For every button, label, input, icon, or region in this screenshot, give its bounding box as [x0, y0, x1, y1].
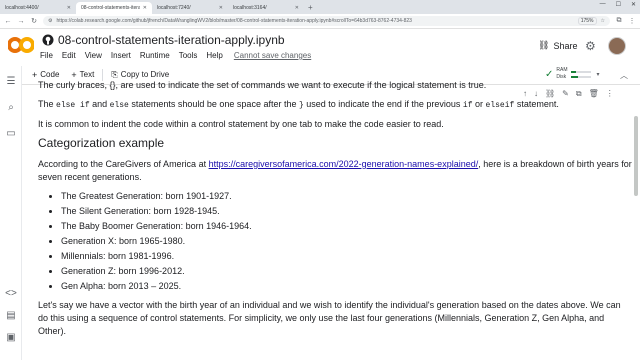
text-run: or — [472, 99, 486, 109]
address-bar: ← → ↻ ⚙ https://colab.research.google.co… — [0, 14, 640, 29]
new-tab-icon[interactable]: + — [304, 2, 317, 14]
colab-header: 08-control-statements-iteration-apply.ip… — [0, 29, 640, 65]
mirror-cell-icon[interactable]: ⧉ — [576, 89, 582, 99]
text-run: statements should be one space after the — [128, 99, 299, 109]
inline-code: else if — [56, 101, 90, 110]
text-cell[interactable]: The curly braces, {}, are used to indica… — [30, 78, 632, 360]
terminal-icon[interactable]: ▣ — [5, 332, 17, 344]
generation-list: The Greatest Generation: born 1901-1927.… — [61, 190, 632, 293]
left-rail: ☰ ⌕ ▭ <> ▤ ▣ — [0, 66, 22, 360]
window-controls: — ☐ ✕ — [600, 1, 636, 8]
chevron-down-icon[interactable]: ▾ — [597, 71, 600, 78]
list-item: The Greatest Generation: born 1901-1927. — [61, 190, 632, 203]
browser-tab[interactable]: localhost:7240/ ✕ — [152, 2, 228, 14]
resource-bars — [570, 70, 591, 78]
tab-title: localhost:4400/ — [5, 5, 39, 11]
cannot-save-link[interactable]: Cannot save changes — [234, 51, 311, 60]
menu-file[interactable]: File — [40, 51, 53, 60]
delete-trash-icon[interactable]: 🗑 — [589, 89, 599, 99]
cell-more-icon[interactable]: ⋮ — [606, 89, 614, 99]
scrollbar-thumb[interactable] — [634, 116, 638, 196]
move-down-icon[interactable]: ↓ — [534, 89, 538, 99]
tab-title: localhost:7240/ — [157, 5, 191, 11]
edit-pencil-icon[interactable]: ✎ — [562, 89, 569, 99]
close-icon[interactable]: ✕ — [295, 5, 299, 11]
scrollbar[interactable] — [634, 86, 639, 360]
list-item: Gen Alpha: born 2013 – 2025. — [61, 280, 632, 293]
list-item: Millennials: born 1981-1996. — [61, 250, 632, 263]
text-run: and — [89, 99, 110, 109]
url-input[interactable]: ⚙ https://colab.research.google.com/gith… — [43, 16, 610, 26]
move-up-icon[interactable]: ↑ — [523, 89, 527, 99]
caregivers-link[interactable]: https://caregiversofamerica.com/2022-gen… — [209, 159, 479, 169]
minimize-icon[interactable]: — — [600, 1, 606, 8]
github-icon — [42, 34, 54, 46]
command-palette-icon[interactable]: ▤ — [5, 310, 17, 322]
extensions-icon[interactable]: ⧉ — [615, 17, 623, 25]
close-icon[interactable]: ✕ — [67, 5, 71, 11]
files-folder-icon[interactable]: ▭ — [5, 128, 17, 140]
close-icon[interactable]: ✕ — [143, 5, 147, 11]
inline-code: else — [109, 101, 129, 110]
menu-insert[interactable]: Insert — [111, 51, 131, 60]
menu-edit[interactable]: Edit — [62, 51, 76, 60]
ram-bar-fill — [570, 70, 576, 73]
paragraph-indent: It is common to indent the code within a… — [38, 119, 444, 129]
notebook-title-text: 08-control-statements-iteration-apply.ip… — [58, 33, 285, 47]
browser-tab[interactable]: localhost:3164/ ✕ — [228, 2, 304, 14]
menu-bar: File Edit View Insert Runtime Tools Help… — [40, 51, 311, 60]
code-snippets-icon[interactable]: <> — [5, 288, 17, 300]
link-cell-icon[interactable]: ⛓ — [545, 89, 555, 99]
back-icon[interactable]: ← — [4, 18, 12, 25]
site-info-icon[interactable]: ⚙ — [48, 18, 52, 24]
text-run: used to indicate the end if the previous — [303, 99, 463, 109]
browser-menu-icon[interactable]: ⋮ — [628, 17, 636, 25]
link-icon: ⛓ — [538, 40, 550, 50]
tab-title: 08-control-statements-iterati — [81, 5, 140, 11]
forward-icon[interactable]: → — [17, 18, 25, 25]
menu-tools[interactable]: Tools — [179, 51, 198, 60]
search-icon[interactable]: ⌕ — [5, 102, 17, 114]
list-item: The Silent Generation: born 1928-1945. — [61, 205, 632, 218]
list-item: Generation X: born 1965-1980. — [61, 235, 632, 248]
share-button[interactable]: ⛓ Share — [538, 40, 577, 51]
bookmark-star-icon[interactable]: ☆ — [601, 18, 605, 24]
list-item: Generation Z: born 1996-2012. — [61, 265, 632, 278]
paragraph-caregivers: According to the CareGivers of America a… — [38, 158, 632, 184]
reload-icon[interactable]: ↻ — [30, 17, 38, 25]
browser-tab[interactable]: localhost:4400/ ✕ — [0, 2, 76, 14]
colab-logo-icon[interactable] — [8, 36, 34, 54]
text-run: According to the CareGivers of America a… — [38, 159, 209, 169]
inline-code: if — [462, 101, 473, 110]
list-item: The Baby Boomer Generation: born 1946-19… — [61, 220, 632, 233]
inline-code: elseif — [485, 101, 515, 110]
text-run: statement. — [514, 99, 559, 109]
avatar[interactable] — [608, 37, 626, 55]
ram-label: RAM — [556, 67, 568, 73]
close-window-icon[interactable]: ✕ — [631, 1, 636, 8]
text-run: The — [38, 99, 57, 109]
cell-toolbar: ↑ ↓ ⛓ ✎ ⧉ 🗑 ⋮ — [520, 88, 617, 100]
browser-tab-strip: localhost:4400/ ✕ 08-control-statements-i… — [0, 0, 640, 14]
menu-runtime[interactable]: Runtime — [140, 51, 170, 60]
share-label: Share — [553, 40, 578, 51]
table-of-contents-icon[interactable]: ☰ — [5, 76, 17, 88]
tab-title: localhost:3164/ — [233, 5, 267, 11]
paragraph-vector: Let's say we have a vector with the birt… — [38, 300, 621, 336]
notebook-title[interactable]: 08-control-statements-iteration-apply.ip… — [42, 33, 285, 47]
url-text: https://colab.research.google.com/github… — [56, 18, 412, 24]
menu-view[interactable]: View — [85, 51, 102, 60]
close-icon[interactable]: ✕ — [219, 5, 223, 11]
section-heading: Categorization example — [38, 136, 165, 150]
ram-bar — [570, 70, 591, 73]
paragraph-else-if: The else if and else statements should b… — [38, 98, 632, 112]
settings-gear-icon[interactable]: ⚙ — [585, 39, 596, 53]
zoom-badge[interactable]: 175% — [577, 17, 597, 25]
browser-tab-active[interactable]: 08-control-statements-iterati ✕ — [76, 2, 152, 14]
menu-help[interactable]: Help — [206, 51, 222, 60]
maximize-icon[interactable]: ☐ — [616, 1, 621, 8]
